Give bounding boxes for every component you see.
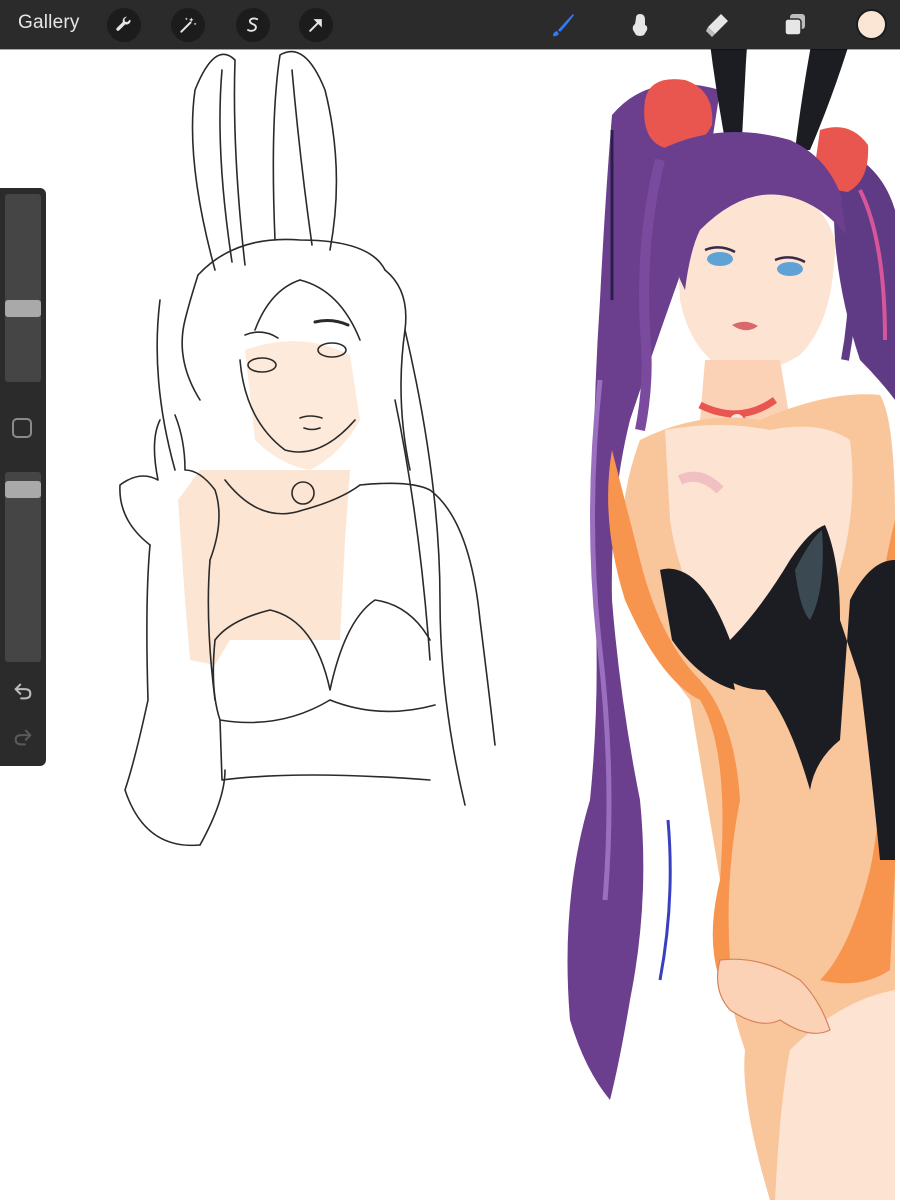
smudge-finger-icon xyxy=(632,14,648,36)
left-sidebar xyxy=(0,188,46,766)
selection-s-icon xyxy=(247,17,259,32)
color-picker-button[interactable] xyxy=(856,9,887,40)
brush-size-slider[interactable] xyxy=(5,194,41,382)
procreate-app: Gallery xyxy=(0,0,900,1200)
drawing-canvas[interactable] xyxy=(0,0,900,1200)
smudge-tool[interactable] xyxy=(623,8,657,42)
layers-button[interactable] xyxy=(778,8,812,42)
gallery-button[interactable]: Gallery xyxy=(18,12,80,34)
selection-button[interactable] xyxy=(236,8,270,42)
painted-figure xyxy=(567,0,895,1200)
brush-tool[interactable] xyxy=(546,8,580,42)
opacity-thumb[interactable] xyxy=(5,481,41,498)
redo-icon xyxy=(14,729,32,746)
layers-icon xyxy=(784,14,805,36)
undo-icon xyxy=(14,683,32,700)
adjustments-button[interactable] xyxy=(171,8,205,42)
actions-button[interactable] xyxy=(107,8,141,42)
arrow-cursor-icon xyxy=(309,19,322,32)
magic-wand-icon xyxy=(180,17,197,33)
wrench-icon xyxy=(116,16,131,31)
eraser-icon xyxy=(706,14,728,37)
brush-icon xyxy=(553,14,574,37)
artwork xyxy=(119,0,895,1200)
top-toolbar: Gallery xyxy=(0,0,900,49)
brush-size-thumb[interactable] xyxy=(5,300,41,317)
modify-button[interactable] xyxy=(12,418,32,438)
eraser-tool[interactable] xyxy=(700,8,734,42)
undo-button[interactable] xyxy=(10,678,36,704)
sketch-figure xyxy=(119,50,496,847)
opacity-slider[interactable] xyxy=(5,472,41,662)
redo-button[interactable] xyxy=(10,724,36,750)
transform-button[interactable] xyxy=(299,8,333,42)
